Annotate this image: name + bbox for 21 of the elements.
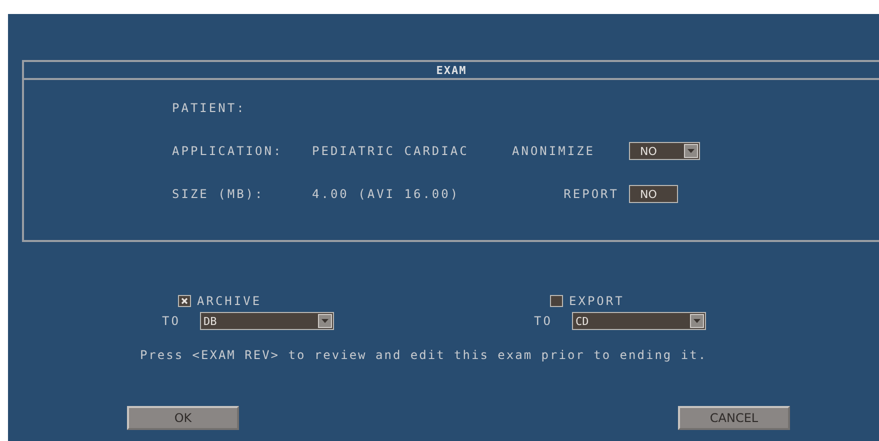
- field-label: PATIENT:: [172, 101, 247, 115]
- instruction-text: Press <EXAM REV> to review and edit this exam prior to ending it.: [138, 348, 708, 362]
- field-value: 4.00 (AVI 16.00): [312, 187, 461, 201]
- panel-title: EXAM: [436, 64, 467, 76]
- field-value: PEDIATRIC CARDIAC: [312, 144, 470, 158]
- field-label: APPLICATION:: [172, 144, 284, 158]
- checkbox[interactable]: [178, 295, 191, 307]
- to-label: TO: [534, 314, 552, 328]
- target-dropdown[interactable]: CD: [572, 312, 706, 330]
- to-label: TO: [162, 314, 180, 328]
- option-value[interactable]: NO: [629, 185, 678, 203]
- checkbox-label: ARCHIVE: [197, 294, 262, 308]
- cancel-button[interactable]: CANCEL: [678, 406, 790, 430]
- ok-button[interactable]: OK: [127, 406, 239, 430]
- target-dropdown[interactable]: DB: [200, 312, 334, 330]
- checkbox-label: EXPORT: [569, 294, 624, 308]
- option-dropdown[interactable]: NO: [629, 142, 700, 160]
- checkbox[interactable]: [550, 295, 563, 307]
- option-label: ANONIMIZE: [512, 144, 596, 158]
- field-label: SIZE (MB):: [172, 187, 266, 201]
- option-label: REPORT: [564, 187, 620, 201]
